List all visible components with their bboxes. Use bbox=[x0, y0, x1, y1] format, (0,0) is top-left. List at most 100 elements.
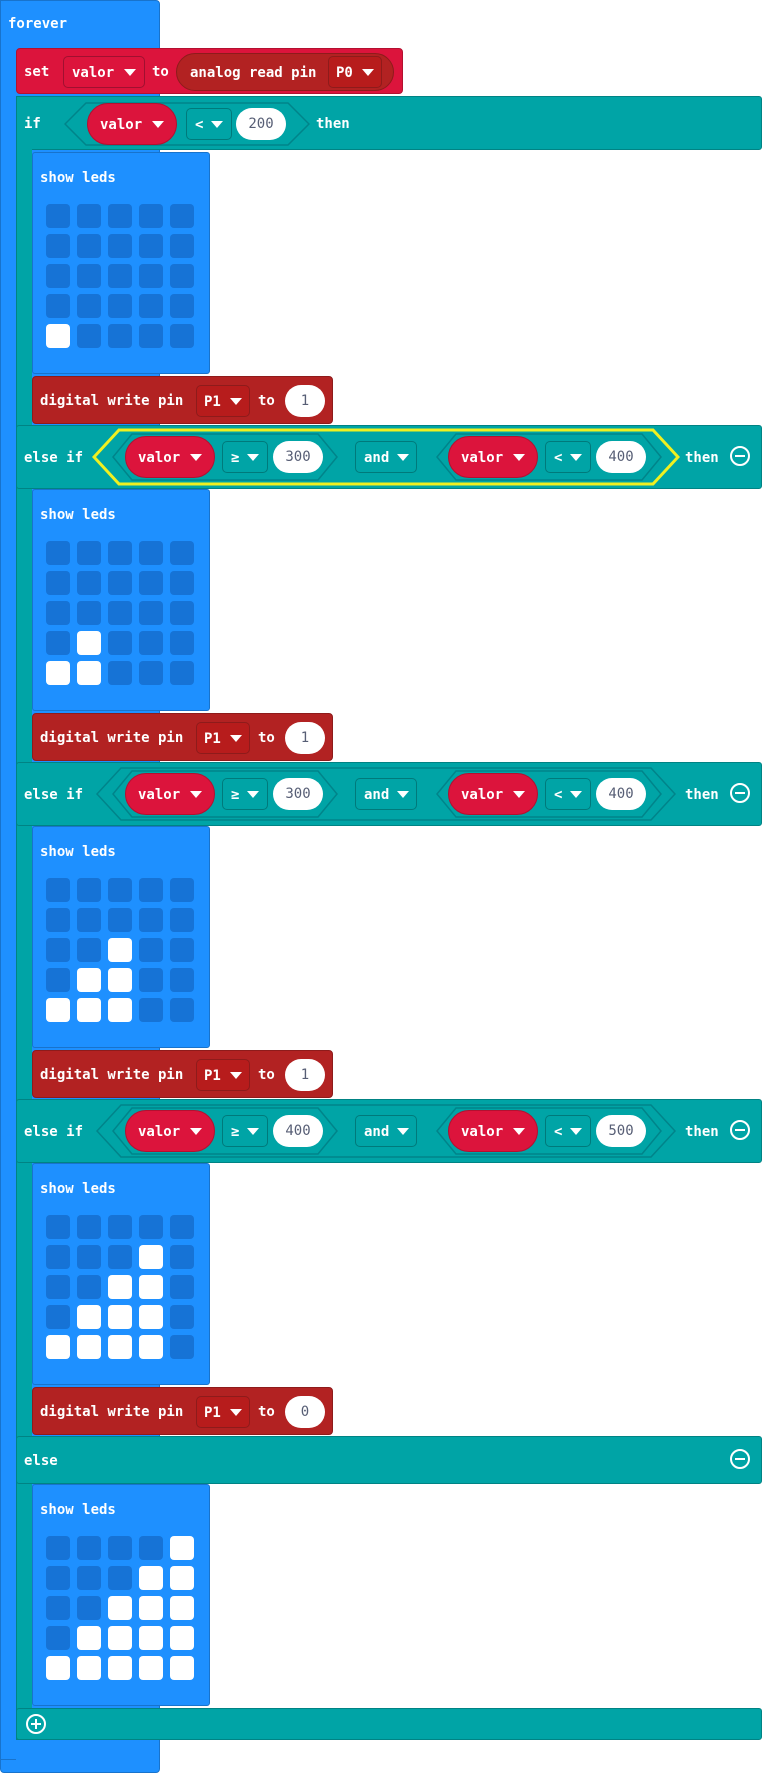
and-dropdown[interactable]: and bbox=[355, 441, 417, 473]
add-branch-icon[interactable] bbox=[26, 1714, 46, 1734]
variable-reporter[interactable]: valor bbox=[87, 103, 177, 145]
led-cell[interactable] bbox=[46, 938, 70, 962]
led-cell[interactable] bbox=[139, 938, 163, 962]
led-cell[interactable] bbox=[46, 968, 70, 992]
led-cell[interactable] bbox=[108, 908, 132, 932]
led-cell[interactable] bbox=[170, 1275, 194, 1299]
operator-dropdown[interactable]: < bbox=[545, 778, 591, 810]
write-value-input[interactable]: 1 bbox=[285, 385, 325, 417]
led-cell[interactable] bbox=[139, 1215, 163, 1239]
led-cell[interactable] bbox=[77, 204, 101, 228]
led-cell[interactable] bbox=[170, 661, 194, 685]
led-cell[interactable] bbox=[46, 1536, 70, 1560]
led-cell[interactable] bbox=[108, 1305, 132, 1329]
led-cell[interactable] bbox=[77, 1245, 101, 1269]
led-grid[interactable] bbox=[46, 1215, 202, 1365]
led-cell[interactable] bbox=[139, 1305, 163, 1329]
led-cell[interactable] bbox=[77, 1626, 101, 1650]
led-cell[interactable] bbox=[46, 571, 70, 595]
led-cell[interactable] bbox=[46, 601, 70, 625]
and-dropdown[interactable]: and bbox=[355, 778, 417, 810]
number-input[interactable]: 300 bbox=[273, 441, 323, 473]
led-cell[interactable] bbox=[170, 1656, 194, 1680]
led-cell[interactable] bbox=[170, 571, 194, 595]
led-cell[interactable] bbox=[139, 998, 163, 1022]
led-cell[interactable] bbox=[108, 878, 132, 902]
led-cell[interactable] bbox=[77, 661, 101, 685]
led-cell[interactable] bbox=[170, 968, 194, 992]
led-cell[interactable] bbox=[139, 1275, 163, 1299]
led-cell[interactable] bbox=[108, 601, 132, 625]
operator-dropdown[interactable]: ≥ bbox=[222, 441, 268, 473]
led-cell[interactable] bbox=[139, 571, 163, 595]
led-cell[interactable] bbox=[46, 204, 70, 228]
led-cell[interactable] bbox=[46, 1656, 70, 1680]
led-cell[interactable] bbox=[170, 234, 194, 258]
led-cell[interactable] bbox=[170, 878, 194, 902]
led-cell[interactable] bbox=[108, 968, 132, 992]
led-cell[interactable] bbox=[77, 1215, 101, 1239]
led-cell[interactable] bbox=[170, 294, 194, 318]
led-cell[interactable] bbox=[108, 661, 132, 685]
pin-dropdown[interactable]: P1 bbox=[196, 1396, 250, 1428]
led-cell[interactable] bbox=[77, 631, 101, 655]
led-cell[interactable] bbox=[170, 631, 194, 655]
led-cell[interactable] bbox=[170, 1335, 194, 1359]
led-cell[interactable] bbox=[77, 1656, 101, 1680]
led-cell[interactable] bbox=[170, 1215, 194, 1239]
led-cell[interactable] bbox=[108, 1245, 132, 1269]
led-cell[interactable] bbox=[170, 264, 194, 288]
led-cell[interactable] bbox=[46, 264, 70, 288]
variable-reporter[interactable]: valor bbox=[125, 773, 215, 815]
led-cell[interactable] bbox=[170, 1626, 194, 1650]
remove-branch-icon[interactable] bbox=[730, 1120, 750, 1140]
number-input[interactable]: 400 bbox=[273, 1115, 323, 1147]
led-cell[interactable] bbox=[170, 541, 194, 565]
pin-dropdown[interactable]: P1 bbox=[196, 722, 250, 754]
led-cell[interactable] bbox=[170, 998, 194, 1022]
and-dropdown[interactable]: and bbox=[355, 1115, 417, 1147]
led-cell[interactable] bbox=[77, 264, 101, 288]
led-cell[interactable] bbox=[77, 234, 101, 258]
led-cell[interactable] bbox=[108, 264, 132, 288]
led-cell[interactable] bbox=[77, 601, 101, 625]
led-cell[interactable] bbox=[170, 1245, 194, 1269]
led-cell[interactable] bbox=[77, 998, 101, 1022]
led-cell[interactable] bbox=[139, 204, 163, 228]
operator-dropdown[interactable]: ≥ bbox=[222, 1115, 268, 1147]
led-cell[interactable] bbox=[139, 234, 163, 258]
led-cell[interactable] bbox=[46, 1335, 70, 1359]
led-cell[interactable] bbox=[46, 1596, 70, 1620]
led-cell[interactable] bbox=[46, 541, 70, 565]
led-cell[interactable] bbox=[170, 1536, 194, 1560]
number-input[interactable]: 300 bbox=[273, 778, 323, 810]
led-cell[interactable] bbox=[139, 1656, 163, 1680]
led-cell[interactable] bbox=[77, 908, 101, 932]
number-input[interactable]: 400 bbox=[596, 441, 646, 473]
led-cell[interactable] bbox=[170, 601, 194, 625]
number-input[interactable]: 400 bbox=[596, 778, 646, 810]
led-cell[interactable] bbox=[46, 1566, 70, 1590]
led-cell[interactable] bbox=[46, 878, 70, 902]
led-cell[interactable] bbox=[46, 324, 70, 348]
variable-reporter[interactable]: valor bbox=[448, 773, 538, 815]
led-cell[interactable] bbox=[77, 571, 101, 595]
write-value-input[interactable]: 1 bbox=[285, 722, 325, 754]
led-grid[interactable] bbox=[46, 541, 202, 691]
led-cell[interactable] bbox=[77, 1335, 101, 1359]
led-cell[interactable] bbox=[108, 1275, 132, 1299]
led-cell[interactable] bbox=[139, 264, 163, 288]
led-cell[interactable] bbox=[108, 1566, 132, 1590]
led-cell[interactable] bbox=[46, 908, 70, 932]
led-cell[interactable] bbox=[170, 1305, 194, 1329]
led-cell[interactable] bbox=[139, 601, 163, 625]
led-cell[interactable] bbox=[170, 1566, 194, 1590]
led-cell[interactable] bbox=[139, 1245, 163, 1269]
led-cell[interactable] bbox=[77, 541, 101, 565]
led-cell[interactable] bbox=[139, 1536, 163, 1560]
led-cell[interactable] bbox=[46, 998, 70, 1022]
led-cell[interactable] bbox=[77, 1275, 101, 1299]
led-cell[interactable] bbox=[108, 938, 132, 962]
led-cell[interactable] bbox=[139, 878, 163, 902]
variable-reporter[interactable]: valor bbox=[125, 1110, 215, 1152]
